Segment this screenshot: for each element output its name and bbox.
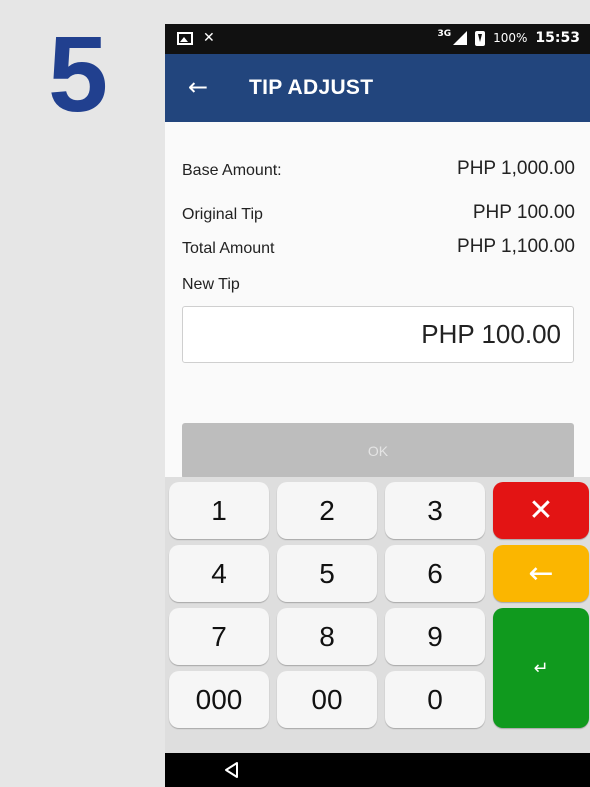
key-7[interactable]: 7 (169, 608, 269, 665)
status-bar: ✕ 3G 100% 15:53 (165, 24, 590, 54)
key-4[interactable]: 4 (169, 545, 269, 602)
enter-icon: ↵ (533, 657, 549, 679)
key-9[interactable]: 9 (385, 608, 485, 665)
muted-icon: ✕ (203, 30, 215, 46)
key-00[interactable]: 00 (277, 671, 377, 728)
close-icon: ✕ (528, 494, 554, 527)
battery-charging-icon (475, 30, 486, 46)
total-amount-label: Total Amount (182, 240, 275, 257)
status-left: ✕ (177, 30, 215, 46)
new-tip-label: New Tip (182, 276, 240, 293)
total-amount-value: PHP 1,100.00 (457, 236, 575, 257)
key-8[interactable]: 8 (277, 608, 377, 665)
key-000[interactable]: 000 (169, 671, 269, 728)
back-button[interactable]: ← (183, 72, 213, 102)
clock: 15:53 (535, 30, 580, 46)
base-amount-row: Base Amount: PHP 1,000.00 (182, 158, 575, 180)
key-6[interactable]: 6 (385, 545, 485, 602)
battery-percent: 100% (493, 31, 528, 45)
navigation-bar (165, 753, 590, 787)
original-tip-row: Original Tip PHP 100.00 (182, 202, 575, 224)
arrow-left-icon: ← (187, 73, 209, 101)
triangle-back-icon (225, 762, 238, 778)
status-right: 3G 100% 15:53 (437, 29, 580, 46)
enter-key[interactable]: ↵ (493, 608, 589, 728)
ok-button[interactable]: OK (182, 423, 574, 479)
page-title: TIP ADJUST (249, 76, 374, 99)
arrow-left-icon: ← (528, 556, 554, 591)
base-amount-value: PHP 1,000.00 (457, 158, 575, 179)
app-bar: ← TIP ADJUST (165, 54, 590, 122)
key-5[interactable]: 5 (277, 545, 377, 602)
original-tip-value: PHP 100.00 (472, 202, 575, 223)
key-3[interactable]: 3 (385, 482, 485, 539)
nav-back-button[interactable] (221, 759, 243, 781)
new-tip-input[interactable] (182, 306, 574, 363)
signal-icon (453, 31, 468, 45)
cancel-key[interactable]: ✕ (493, 482, 589, 539)
key-0[interactable]: 0 (385, 671, 485, 728)
phone-screen: ✕ 3G 100% 15:53 ← TIP ADJUST Base Amount… (165, 24, 590, 787)
total-amount-row: Total Amount PHP 1,100.00 (182, 236, 575, 258)
tip-details: Base Amount: PHP 1,000.00 Original Tip P… (165, 122, 590, 479)
base-amount-label: Base Amount: (182, 162, 282, 179)
key-2[interactable]: 2 (277, 482, 377, 539)
image-icon (177, 31, 193, 45)
key-1[interactable]: 1 (169, 482, 269, 539)
network-type: 3G (437, 29, 452, 39)
original-tip-label: Original Tip (182, 206, 263, 223)
backspace-key[interactable]: ← (493, 545, 589, 602)
step-number: 5 (48, 13, 109, 134)
numeric-keypad: 1 2 3 ✕ 4 5 6 ← 7 8 9 ↵ 000 00 0 (165, 477, 590, 753)
